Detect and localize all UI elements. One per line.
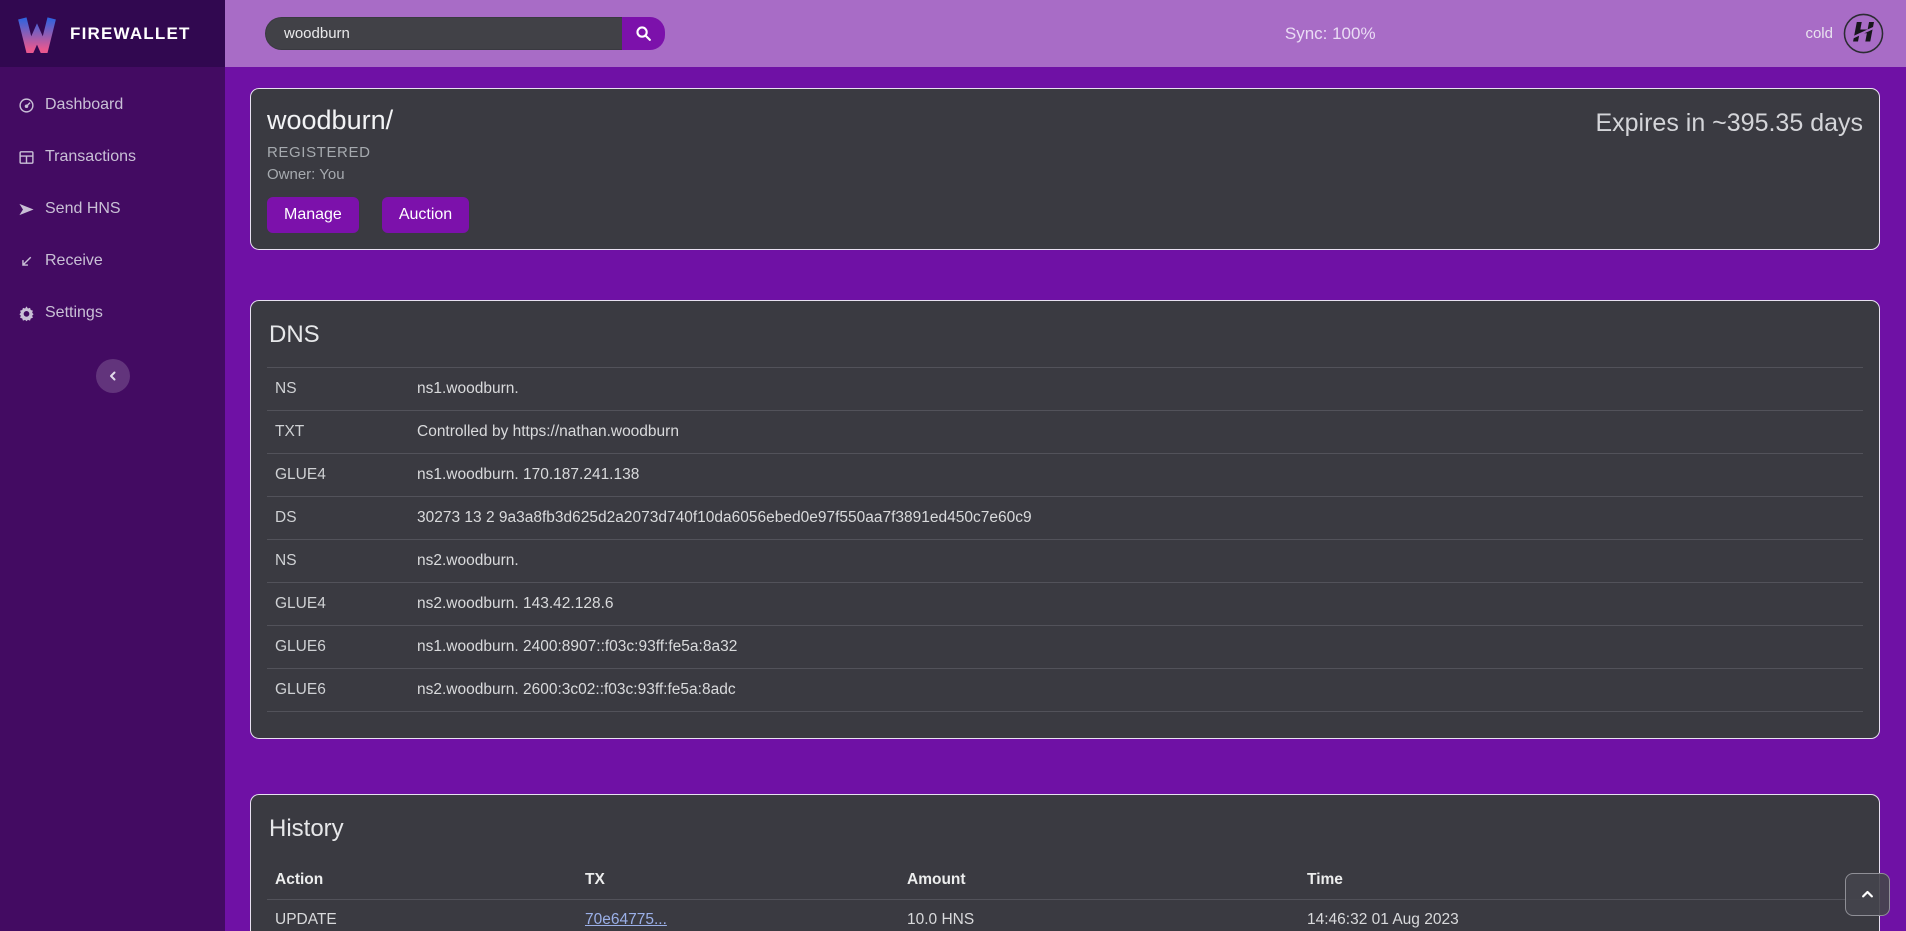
history-card: History Action TX Amount Time UPDATE 70e… <box>250 794 1880 931</box>
sidebar-item-dashboard[interactable]: Dashboard <box>0 79 225 131</box>
sidebar-item-transactions[interactable]: Transactions <box>0 131 225 183</box>
history-col-tx: TX <box>577 861 899 900</box>
dns-record-type: GLUE6 <box>267 669 409 711</box>
domain-card: woodburn/ REGISTERED Owner: You Manage A… <box>250 88 1880 250</box>
gear-icon <box>17 304 35 322</box>
search-button[interactable] <box>622 17 665 50</box>
history-col-action: Action <box>267 861 577 900</box>
history-title: History <box>269 815 1863 843</box>
content-area: woodburn/ REGISTERED Owner: You Manage A… <box>225 67 1906 931</box>
history-action: UPDATE <box>267 900 577 931</box>
app-window: FIREWALLET Dashboard Transactions <box>0 0 1906 931</box>
status-label: REGISTERED <box>267 144 469 161</box>
history-time: 14:46:32 01 Aug 2023 <box>1299 900 1863 931</box>
search-group <box>265 17 665 50</box>
table-icon <box>17 148 35 166</box>
dns-record-type: NS <box>267 540 409 582</box>
history-col-amount: Amount <box>899 861 1299 900</box>
dns-record-value: ns1.woodburn. 170.187.241.138 <box>409 454 1863 496</box>
dns-record-row: GLUE6 ns2.woodburn. 2600:3c02::f03c:93ff… <box>267 669 1863 712</box>
main-column: Sync: 100% cold H woodburn/ REGISTERED <box>225 0 1906 931</box>
dns-record-row: NS ns2.woodburn. <box>267 540 1863 583</box>
dns-record-value: ns1.woodburn. 2400:8907::f03c:93ff:fe5a:… <box>409 626 1863 668</box>
domain-actions: Manage Auction <box>267 197 469 233</box>
dns-record-row: NS ns1.woodburn. <box>267 368 1863 411</box>
dns-record-value: ns2.woodburn. <box>409 540 1863 582</box>
dns-record-row: TXT Controlled by https://nathan.woodbur… <box>267 411 1863 454</box>
dns-record-row: GLUE4 ns2.woodburn. 143.42.128.6 <box>267 583 1863 626</box>
dns-card: DNS NS ns1.woodburn. TXT Controlled by h… <box>250 300 1880 739</box>
manage-button[interactable]: Manage <box>267 197 359 233</box>
wallet-name: cold <box>1805 25 1833 42</box>
tx-link[interactable]: 70e64775... <box>585 911 667 929</box>
dns-record-type: NS <box>267 368 409 410</box>
sidebar-collapse-button[interactable] <box>96 359 130 393</box>
firewallet-logo-icon <box>16 15 58 53</box>
dns-record-type: DS <box>267 497 409 539</box>
brand-name: FIREWALLET <box>70 24 191 44</box>
handshake-logo-icon[interactable]: H <box>1843 13 1884 54</box>
search-input[interactable] <box>265 17 622 50</box>
dns-record-type: TXT <box>267 411 409 453</box>
dns-record-value: Controlled by https://nathan.woodburn <box>409 411 1863 453</box>
topbar: Sync: 100% cold H <box>225 0 1906 67</box>
sidebar: FIREWALLET Dashboard Transactions <box>0 0 225 931</box>
sidebar-item-receive[interactable]: Receive <box>0 235 225 287</box>
sidebar-item-label: Dashboard <box>45 96 123 114</box>
sidebar-nav: Dashboard Transactions Send HNS <box>0 67 225 339</box>
dns-record-type: GLUE4 <box>267 454 409 496</box>
sidebar-item-send-hns[interactable]: Send HNS <box>0 183 225 235</box>
wallet-group: cold H <box>1805 13 1884 54</box>
dns-record-type: GLUE4 <box>267 583 409 625</box>
expires-label: Expires in ~395.35 days <box>1595 109 1863 138</box>
arrow-down-left-icon <box>17 252 35 270</box>
dns-record-value: ns2.woodburn. 2600:3c02::f03c:93ff:fe5a:… <box>409 669 1863 711</box>
logo-bar: FIREWALLET <box>0 0 225 67</box>
dns-record-value: 30273 13 2 9a3a8fb3d625d2a2073d740f10da6… <box>409 497 1863 539</box>
dns-record-value: ns2.woodburn. 143.42.128.6 <box>409 583 1863 625</box>
history-table: Action TX Amount Time UPDATE 70e64775...… <box>267 861 1863 931</box>
sidebar-item-label: Send HNS <box>45 200 121 218</box>
search-icon <box>635 25 652 42</box>
dns-record-row: DS 30273 13 2 9a3a8fb3d625d2a2073d740f10… <box>267 497 1863 540</box>
dns-title: DNS <box>269 321 1863 349</box>
dns-record-value: ns1.woodburn. <box>409 368 1863 410</box>
dns-record-row: GLUE4 ns1.woodburn. 170.187.241.138 <box>267 454 1863 497</box>
gauge-icon <box>17 96 35 114</box>
sidebar-item-settings[interactable]: Settings <box>0 287 225 339</box>
history-col-time: Time <box>1299 861 1863 900</box>
sync-status: Sync: 100% <box>1285 24 1376 44</box>
dns-record-type: GLUE6 <box>267 626 409 668</box>
domain-title: woodburn/ <box>267 105 469 136</box>
paper-plane-icon <box>17 200 35 218</box>
chevron-left-icon <box>107 370 119 382</box>
auction-button[interactable]: Auction <box>382 197 469 233</box>
domain-card-left: woodburn/ REGISTERED Owner: You Manage A… <box>267 101 469 233</box>
sidebar-item-label: Transactions <box>45 148 136 166</box>
chevron-up-icon <box>1860 887 1875 902</box>
owner-label: Owner: You <box>267 166 469 183</box>
scroll-to-top-button[interactable] <box>1845 873 1890 916</box>
dns-record-row: GLUE6 ns1.woodburn. 2400:8907::f03c:93ff… <box>267 626 1863 669</box>
sidebar-item-label: Receive <box>45 252 103 270</box>
history-amount: 10.0 HNS <box>899 900 1299 931</box>
sidebar-item-label: Settings <box>45 304 103 322</box>
dns-table: NS ns1.woodburn. TXT Controlled by https… <box>267 367 1863 712</box>
